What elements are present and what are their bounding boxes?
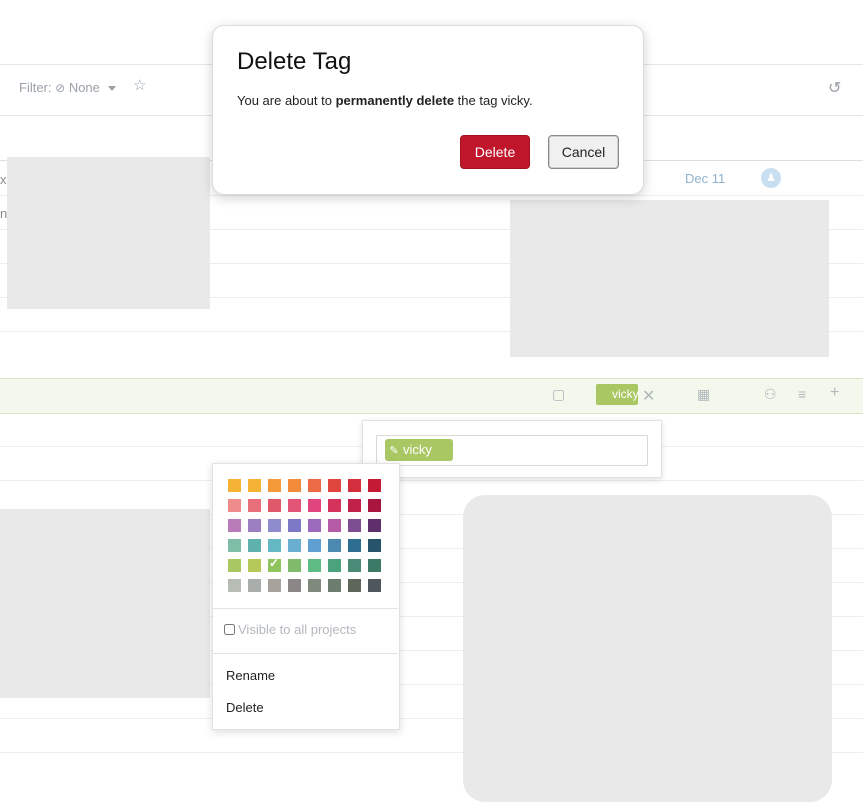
color-swatch[interactable] [228, 559, 241, 572]
color-swatch[interactable] [248, 579, 261, 592]
color-swatch[interactable] [308, 559, 321, 572]
color-swatch[interactable] [348, 539, 361, 552]
rename-menu-item[interactable]: Rename [226, 668, 275, 683]
color-swatch[interactable] [308, 539, 321, 552]
color-swatch[interactable] [328, 519, 341, 532]
chevron-down-icon [107, 86, 116, 92]
color-swatch[interactable] [248, 479, 261, 492]
calendar-icon[interactable]: ▦ [697, 386, 710, 403]
color-swatch[interactable] [308, 479, 321, 492]
color-swatch[interactable] [308, 519, 321, 532]
add-icon[interactable]: + [830, 384, 839, 402]
color-swatch[interactable] [328, 479, 341, 492]
color-swatch[interactable] [348, 499, 361, 512]
user-icon[interactable]: ♟ [761, 168, 781, 188]
color-swatch[interactable] [268, 479, 281, 492]
dialog-message-prefix: You are about to [237, 93, 336, 108]
visible-label: Visible to all projects [238, 622, 357, 637]
undo-icon[interactable]: ↺ [828, 78, 841, 98]
color-swatch[interactable] [268, 556, 281, 572]
menu-divider [213, 653, 398, 654]
color-swatch[interactable] [228, 519, 241, 532]
filter-value: None [68, 80, 100, 95]
dialog-message-suffix: the tag vicky. [454, 93, 533, 108]
color-swatch[interactable] [368, 499, 381, 512]
color-swatch[interactable] [268, 499, 281, 512]
color-swatch[interactable] [288, 559, 301, 572]
color-swatch[interactable] [228, 499, 241, 512]
color-swatch[interactable] [368, 519, 381, 532]
redacted-region [463, 495, 832, 802]
color-swatch[interactable] [288, 499, 301, 512]
redacted-region [0, 509, 210, 698]
color-swatch[interactable] [368, 579, 381, 592]
due-date[interactable]: Dec 11 [685, 171, 725, 186]
color-swatch[interactable] [248, 539, 261, 552]
visible-checkbox[interactable] [224, 624, 235, 635]
row-tag-chip[interactable]: vicky [596, 384, 638, 405]
color-swatch[interactable] [228, 479, 241, 492]
dialog-message-emphasis: permanently delete [335, 93, 455, 108]
dialog-title: Delete Tag [237, 48, 352, 75]
selected-task-row[interactable] [0, 378, 863, 414]
filter-label: Filter: [19, 80, 52, 95]
color-swatch[interactable] [348, 519, 361, 532]
close-icon[interactable]: ✕ [642, 386, 655, 406]
redacted-region [510, 200, 829, 357]
color-swatch[interactable] [368, 559, 381, 572]
color-swatch[interactable] [348, 559, 361, 572]
color-swatch[interactable] [268, 539, 281, 552]
confirm-delete-button[interactable]: Delete [460, 135, 530, 169]
color-swatch[interactable] [288, 519, 301, 532]
truncated-text: x [0, 172, 7, 187]
assignee-icon[interactable]: ⚇ [764, 386, 777, 403]
tag-pill-label: vicky [403, 442, 432, 457]
color-swatch[interactable] [248, 499, 261, 512]
color-swatch[interactable] [288, 539, 301, 552]
color-swatch[interactable] [368, 539, 381, 552]
pencil-icon[interactable]: ✎ [385, 440, 403, 462]
color-swatch[interactable] [368, 479, 381, 492]
menu-divider [213, 608, 398, 609]
tag-pill[interactable]: ✎ vicky [385, 439, 453, 461]
color-swatch[interactable] [328, 539, 341, 552]
color-swatch[interactable] [268, 519, 281, 532]
cancel-button[interactable]: Cancel [548, 135, 619, 169]
color-swatch[interactable] [248, 559, 261, 572]
visible-to-all-projects-option[interactable]: Visible to all projects [224, 622, 356, 637]
dialog-message: You are about to permanently delete the … [237, 93, 533, 108]
color-swatch[interactable] [348, 579, 361, 592]
color-swatch[interactable] [268, 579, 281, 592]
color-swatch[interactable] [308, 499, 321, 512]
color-swatch[interactable] [228, 579, 241, 592]
color-swatch[interactable] [288, 579, 301, 592]
color-swatch[interactable] [288, 479, 301, 492]
row-divider [0, 480, 863, 481]
color-swatch[interactable] [248, 519, 261, 532]
color-swatch[interactable] [328, 499, 341, 512]
color-swatch[interactable] [328, 579, 341, 592]
color-swatch[interactable] [348, 479, 361, 492]
list-icon[interactable]: ≡ [798, 386, 806, 402]
redacted-region [7, 157, 210, 309]
subtask-icon[interactable]: ▢ [552, 386, 565, 403]
color-swatch[interactable] [308, 579, 321, 592]
filter-dropdown[interactable]: Filter: ⊘ None [19, 80, 116, 95]
delete-menu-item[interactable]: Delete [226, 700, 264, 715]
color-swatch[interactable] [228, 539, 241, 552]
star-icon[interactable]: ☆ [133, 76, 146, 94]
none-icon: ⊘ [55, 81, 66, 95]
color-swatch[interactable] [328, 559, 341, 572]
